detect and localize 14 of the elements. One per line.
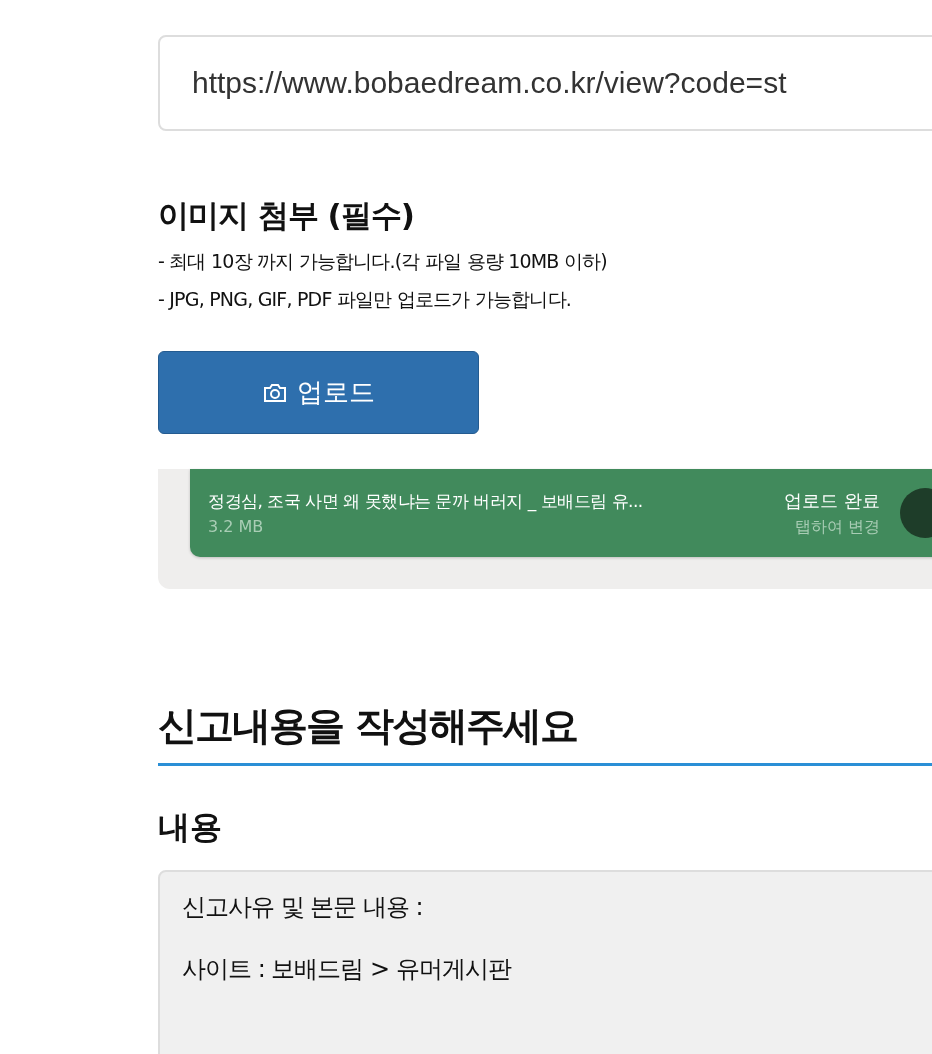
file-name: 정경심, 조국 사면 왜 못했냐는 문까 버러지 _ 보배드림 유... [208, 490, 644, 513]
upload-button[interactable]: 업로드 [158, 351, 479, 434]
url-field[interactable]: https://www.bobaedream.co.kr/view?code=st [158, 35, 932, 131]
section-title: 이미지 첨부 (필수) [158, 196, 415, 235]
change-hint: 탭하여 변경 [794, 516, 880, 538]
section-heading: 신고내용을 작성해주세요 [158, 699, 932, 766]
camera-icon [262, 381, 287, 404]
field-label: 내용 [158, 807, 223, 848]
file-card[interactable]: 정경심, 조국 사면 왜 못했냐는 문까 버러지 _ 보배드림 유... 3.2 MB 업로드 완료 탭하여 변경 [190, 469, 932, 557]
note-text: - 최대 10장 까지 가능합니다.(각 파일 용량 10MB 이하) [158, 249, 608, 274]
note-text: - JPG, PNG, GIF, PDF 파일만 업로드가 가능합니다. [158, 287, 572, 312]
content-field[interactable]: 신고사유 및 본문 내용 : 사이트 : 보배드림 > 유머게시판 [158, 870, 932, 1054]
file-size: 3.2 MB [208, 517, 265, 536]
upload-status: 업로드 완료 [784, 488, 880, 513]
